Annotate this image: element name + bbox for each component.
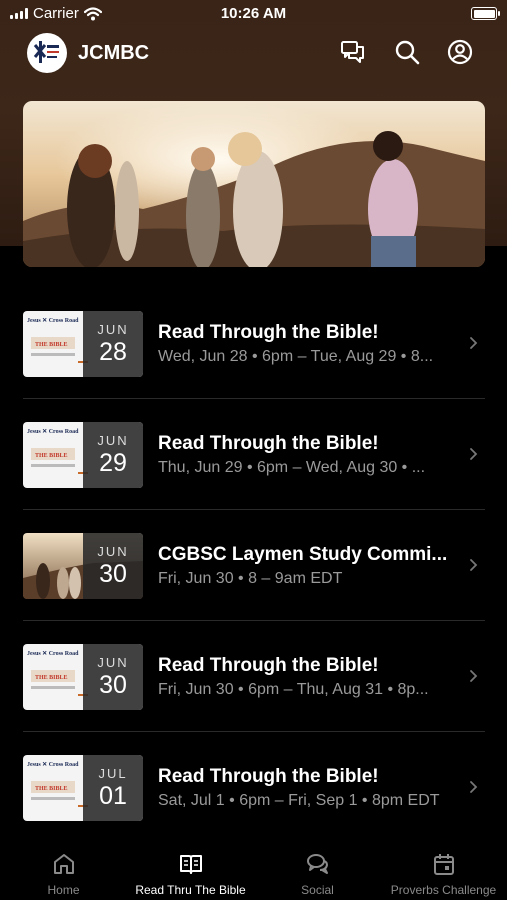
event-thumbnail: Jesus ✕ Cross Road THE BIBLE JUN 29 [23, 422, 143, 488]
svg-text:Jesus ✕ Cross Road: Jesus ✕ Cross Road [27, 428, 79, 435]
svg-text:Jesus ✕ Cross Road: Jesus ✕ Cross Road [27, 761, 79, 768]
event-datetime: Sat, Jul 1 • 6pm – Fri, Sep 1 • 8pm EDT [158, 792, 440, 809]
date-day: 29 [99, 449, 127, 477]
date-day: 28 [99, 338, 127, 366]
app-title: JCMBC [78, 42, 150, 64]
chevron-right-icon [470, 448, 478, 460]
event-list: Jesus ✕ Cross Road THE BIBLE JUN 28 Read… [0, 288, 507, 843]
svg-text:Jesus ✕ Cross Road: Jesus ✕ Cross Road [27, 650, 79, 657]
event-thumbnail: Jesus ✕ Cross Road THE BIBLE JUN 30 [23, 644, 143, 710]
event-title: Read Through the Bible! [158, 766, 379, 787]
event-row[interactable]: Jesus ✕ Cross Road THE BIBLE JUN 28 Read… [0, 288, 507, 399]
chevron-right-icon [470, 781, 478, 793]
account-icon[interactable] [446, 38, 474, 66]
event-title: Read Through the Bible! [158, 433, 379, 454]
status-time: 10:26 AM [220, 5, 287, 22]
event-row[interactable]: JUN 30 CGBSC Laymen Study Commi... Fri, … [0, 510, 507, 621]
event-title: Read Through the Bible! [158, 322, 379, 343]
event-datetime: Wed, Jun 28 • 6pm – Tue, Aug 29 • 8... [158, 348, 434, 365]
date-month: JUN [97, 544, 129, 559]
date-badge: JUN 28 [83, 311, 143, 377]
event-datetime: Thu, Jun 29 • 6pm – Wed, Aug 30 • ... [158, 459, 426, 476]
date-month: JUN [97, 433, 129, 448]
event-thumbnail: Jesus ✕ Cross Road THE BIBLE JUN 28 [23, 311, 143, 377]
date-month: JUN [97, 322, 129, 337]
chevron-right-icon [470, 337, 478, 349]
church-logo[interactable] [27, 33, 67, 73]
svg-text:THE BIBLE: THE BIBLE [35, 342, 68, 348]
book-icon [179, 855, 202, 874]
event-datetime: Fri, Jun 30 • 8 – 9am EDT [158, 570, 343, 587]
event-title: CGBSC Laymen Study Commi... [158, 544, 448, 565]
event-row[interactable]: Jesus ✕ Cross Road THE BIBLE JUN 29 Read… [0, 399, 507, 510]
tab-read-thru-the-bible[interactable]: Read Thru The Bible [127, 840, 254, 900]
date-badge: JUL 01 [83, 755, 143, 821]
date-badge: JUN 30 [83, 533, 143, 599]
tab-proverbs-challenge[interactable]: Proverbs Challenge [380, 840, 507, 900]
tab-label: Home [47, 883, 80, 897]
app-header: JCMBC [0, 30, 507, 76]
svg-text:THE BIBLE: THE BIBLE [35, 453, 68, 459]
chevron-right-icon [470, 559, 478, 571]
calendar-icon [433, 854, 454, 875]
tab-label: Social [301, 883, 334, 897]
tab-bar: Home Read Thru The Bible Social Proverbs… [0, 840, 507, 900]
date-day: 30 [99, 671, 127, 699]
svg-text:THE BIBLE: THE BIBLE [35, 675, 68, 681]
date-month: JUL [98, 766, 128, 781]
chat-icon[interactable] [339, 38, 367, 66]
svg-text:THE BIBLE: THE BIBLE [35, 786, 68, 792]
date-day: 30 [99, 560, 127, 588]
event-row[interactable]: Jesus ✕ Cross Road THE BIBLE JUN 30 Read… [0, 621, 507, 732]
status-bar: Carrier 10:26 AM [0, 0, 507, 28]
tab-label: Proverbs Challenge [390, 883, 497, 897]
battery-icon [471, 7, 500, 20]
search-icon[interactable] [393, 38, 421, 66]
event-row[interactable]: Jesus ✕ Cross Road THE BIBLE JUL 01 Read… [0, 732, 507, 843]
svg-text:Jesus ✕ Cross Road: Jesus ✕ Cross Road [27, 317, 79, 324]
date-badge: JUN 29 [83, 422, 143, 488]
tab-home[interactable]: Home [0, 840, 127, 900]
date-badge: JUN 30 [83, 644, 143, 710]
hero-image[interactable] [23, 101, 485, 267]
event-thumbnail: Jesus ✕ Cross Road THE BIBLE JUL 01 [23, 755, 143, 821]
event-thumbnail: JUN 30 [23, 533, 143, 599]
tab-social[interactable]: Social [254, 840, 381, 900]
event-datetime: Fri, Jun 30 • 6pm – Thu, Aug 31 • 8p... [158, 681, 429, 698]
home-icon [53, 854, 74, 874]
chevron-right-icon [470, 670, 478, 682]
chat-bubbles-icon [306, 854, 328, 874]
date-day: 01 [99, 782, 127, 810]
event-title: Read Through the Bible! [158, 655, 379, 676]
tab-label: Read Thru The Bible [135, 883, 246, 897]
date-month: JUN [97, 655, 129, 670]
